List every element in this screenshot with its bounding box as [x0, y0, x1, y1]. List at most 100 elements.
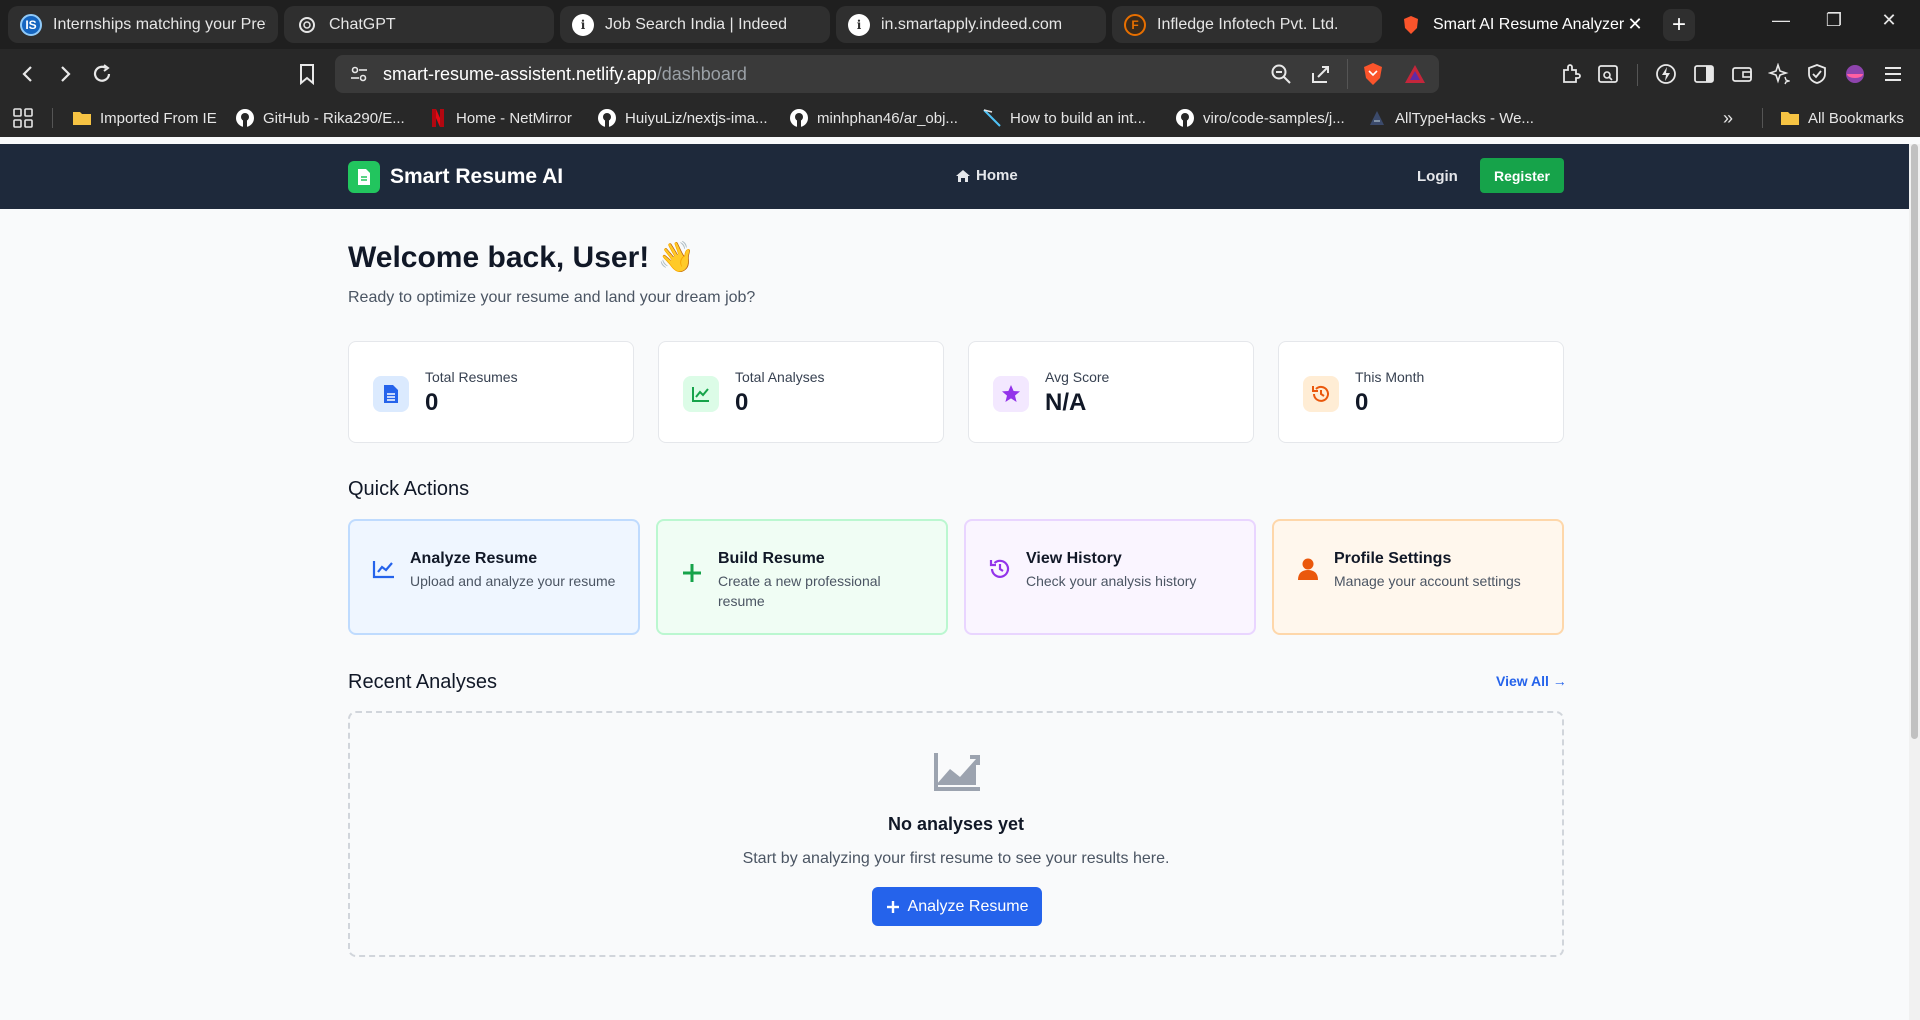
- chart-line-icon: [932, 749, 984, 793]
- divider: [1347, 59, 1348, 89]
- browser-tab-strip: IS Internships matching your Prefe ChatG…: [0, 0, 1920, 49]
- chart-line-icon: [683, 376, 719, 412]
- action-description: Create a new professional resume: [718, 573, 881, 609]
- stat-label: Avg Score: [1045, 369, 1110, 385]
- link-icon: [982, 108, 1002, 128]
- stat-value: 0: [735, 389, 749, 416]
- tab-smart-ai-resume[interactable]: Smart AI Resume Analyzer ✕: [1388, 6, 1658, 43]
- extensions-icon[interactable]: [1557, 60, 1585, 88]
- stat-card-total-resumes: Total Resumes 0: [348, 341, 634, 443]
- sidebar-icon[interactable]: [1690, 60, 1718, 88]
- brave-shields-icon[interactable]: [1362, 62, 1384, 91]
- profile-avatar-icon[interactable]: [1841, 60, 1869, 88]
- bookmark-github-rika[interactable]: GitHub - Rika290/E...: [235, 107, 405, 129]
- nav-home-link[interactable]: Home: [955, 167, 1018, 184]
- github-icon: [789, 108, 809, 128]
- reload-icon[interactable]: [88, 60, 116, 88]
- bookmark-huiyuliz[interactable]: HuiyuLiz/nextjs-ima...: [597, 107, 768, 129]
- tab-infledge[interactable]: F Infledge Infotech Pvt. Ltd.: [1112, 6, 1382, 43]
- profile-settings-card[interactable]: Profile Settings Manage your account set…: [1272, 519, 1564, 635]
- page-title: Welcome back, User! 👋: [348, 241, 695, 274]
- divider: [1762, 108, 1763, 128]
- stat-card-avg-score: Avg Score N/A: [968, 341, 1254, 443]
- brand-name: Smart Resume AI: [390, 165, 564, 188]
- bookmark-imported-ie[interactable]: Imported From IE: [72, 107, 217, 129]
- bookmark-page-icon[interactable]: [293, 60, 321, 88]
- analyze-resume-card[interactable]: Analyze Resume Upload and analyze your r…: [348, 519, 640, 635]
- action-title: Build Resume: [718, 550, 825, 567]
- forward-icon[interactable]: [51, 60, 79, 88]
- empty-state-description: Start by analyzing your first resume to …: [742, 850, 1170, 867]
- tab-title: in.smartapply.indeed.com: [881, 15, 1063, 33]
- tab-title: ChatGPT: [329, 15, 396, 33]
- bookmark-label: Imported From IE: [100, 109, 217, 127]
- action-title: Profile Settings: [1334, 550, 1452, 567]
- browser-toolbar: smart-resume-assistent.netlify.app/dashb…: [0, 49, 1920, 99]
- tab-smartapply[interactable]: i in.smartapply.indeed.com: [836, 6, 1106, 43]
- stat-card-this-month: This Month 0: [1278, 341, 1564, 443]
- tab-title: Smart AI Resume Analyzer: [1433, 15, 1624, 33]
- brave-icon: [1400, 14, 1422, 36]
- bookmark-alltypehacks[interactable]: AllTypeHacks - We...: [1367, 107, 1534, 129]
- home-icon: [955, 169, 971, 183]
- site-settings-icon[interactable]: [349, 64, 369, 89]
- minimize-icon[interactable]: —: [1766, 10, 1796, 31]
- more-bookmarks-icon[interactable]: »: [1723, 107, 1733, 129]
- menu-icon[interactable]: [1879, 60, 1907, 88]
- bookmark-minhphan[interactable]: minhphan46/ar_obj...: [789, 107, 958, 129]
- wallet-icon[interactable]: [1728, 60, 1756, 88]
- login-link[interactable]: Login: [1417, 168, 1458, 185]
- vpn-shield-icon[interactable]: [1803, 60, 1831, 88]
- stat-value: 0: [1355, 389, 1369, 416]
- new-tab-button[interactable]: +: [1663, 9, 1695, 41]
- back-icon[interactable]: [14, 60, 42, 88]
- leo-ai-icon[interactable]: [1765, 60, 1793, 88]
- bookmark-label: AllTypeHacks - We...: [1395, 109, 1534, 127]
- reader-mode-icon[interactable]: [1594, 60, 1622, 88]
- brand-link[interactable]: Smart Resume AI: [348, 161, 563, 193]
- action-title: Analyze Resume: [410, 550, 538, 567]
- info-icon: i: [572, 13, 594, 36]
- bookmark-label: How to build an int...: [1010, 109, 1146, 127]
- infledge-favicon-icon: F: [1124, 13, 1146, 36]
- bookmark-how-to-build[interactable]: How to build an int...: [982, 107, 1146, 129]
- tab-chatgpt[interactable]: ChatGPT: [284, 6, 554, 43]
- scrollbar-thumb[interactable]: [1911, 144, 1918, 739]
- plus-icon: [886, 900, 900, 914]
- github-icon: [597, 108, 617, 128]
- register-button[interactable]: Register: [1480, 158, 1564, 193]
- bookmark-all-bookmarks[interactable]: All Bookmarks: [1780, 107, 1904, 129]
- close-window-icon[interactable]: ✕: [1874, 10, 1904, 31]
- brave-rewards-icon[interactable]: [1404, 64, 1426, 89]
- user-icon: [1294, 555, 1322, 583]
- resume-logo-icon: [348, 161, 380, 193]
- bookmark-netmirror[interactable]: Home - NetMirror: [428, 107, 572, 129]
- view-history-card[interactable]: View History Check your analysis history: [964, 519, 1256, 635]
- view-all-link[interactable]: View All →: [1496, 673, 1567, 689]
- bookmark-viro[interactable]: viro/code-samples/j...: [1175, 107, 1345, 129]
- build-resume-card[interactable]: Build Resume Create a new professional r…: [656, 519, 948, 635]
- github-icon: [1175, 108, 1195, 128]
- analyze-resume-button[interactable]: Analyze Resume: [872, 887, 1042, 926]
- address-bar[interactable]: smart-resume-assistent.netlify.app/dashb…: [335, 55, 1439, 93]
- info-icon: i: [848, 13, 870, 36]
- chatgpt-icon: [296, 14, 318, 36]
- empty-state-title: No analyses yet: [887, 814, 1025, 834]
- bookmark-label: viro/code-samples/j...: [1203, 109, 1345, 127]
- page-scrollbar[interactable]: [1909, 144, 1920, 1020]
- apps-grid-icon[interactable]: [12, 107, 34, 129]
- netflix-icon: [428, 108, 448, 128]
- stat-card-total-analyses: Total Analyses 0: [658, 341, 944, 443]
- quick-actions-heading: Quick Actions: [348, 478, 470, 500]
- zoom-icon[interactable]: [1270, 63, 1292, 90]
- close-tab-icon[interactable]: ✕: [1624, 14, 1646, 35]
- plus-icon: [678, 559, 706, 587]
- speedreader-icon[interactable]: [1652, 60, 1680, 88]
- url-text: smart-resume-assistent.netlify.app/dashb…: [383, 64, 747, 85]
- bookmark-label: HuiyuLiz/nextjs-ima...: [625, 109, 768, 127]
- site-navbar: Smart Resume AI Home Login Register: [0, 144, 1909, 209]
- tab-internships[interactable]: IS Internships matching your Prefe: [8, 6, 278, 43]
- tab-indeed-search[interactable]: i Job Search India | Indeed: [560, 6, 830, 43]
- share-icon[interactable]: [1310, 63, 1332, 90]
- restore-icon[interactable]: ❐: [1819, 10, 1849, 31]
